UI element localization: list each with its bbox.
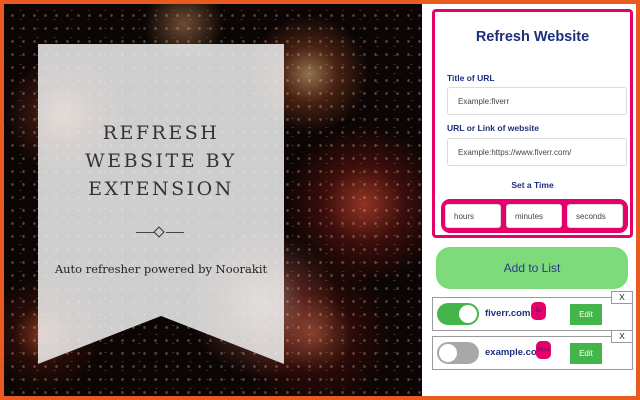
add-to-list-button[interactable]: Add to List [436,247,628,289]
minutes-input[interactable] [506,204,562,228]
diamond-ornament-icon [136,226,184,239]
interval-badge: 0h1s [536,341,551,359]
enable-toggle[interactable] [437,303,479,325]
list-item: fiverr.com 5s Edit X [432,291,633,331]
hours-input[interactable] [445,204,501,228]
title-url-input[interactable] [447,87,627,115]
add-website-form: Refresh Website Title of URL URL or Link… [432,9,633,238]
extension-panel: Refresh Website Title of URL URL or Link… [422,4,636,396]
title-url-label: Title of URL [447,73,495,83]
url-label: URL or Link of website [447,123,539,133]
item-name: example.co [485,347,537,358]
list-item: example.co 0h1s Edit X [432,330,633,370]
seconds-input[interactable] [567,204,623,228]
promo-banner: REFRESH WEBSITE BY EXTENSION Auto refres… [38,44,284,364]
interval-badge: 5s [531,302,546,320]
edit-button[interactable]: Edit [570,304,602,325]
edit-button[interactable]: Edit [570,343,602,364]
form-title: Refresh Website [475,29,590,45]
url-input[interactable] [447,138,627,166]
banner-title: REFRESH WEBSITE BY EXTENSION [85,122,237,200]
close-icon[interactable]: X [611,291,633,304]
close-icon[interactable]: X [611,330,633,343]
set-time-label: Set a Time [511,180,554,190]
app-frame: REFRESH WEBSITE BY EXTENSION Auto refres… [4,4,636,396]
time-inputs-group [441,199,628,233]
banner-subtitle: Auto refresher powered by Noorakit [54,262,268,276]
item-name: fiverr.com [485,308,531,319]
enable-toggle[interactable] [437,342,479,364]
